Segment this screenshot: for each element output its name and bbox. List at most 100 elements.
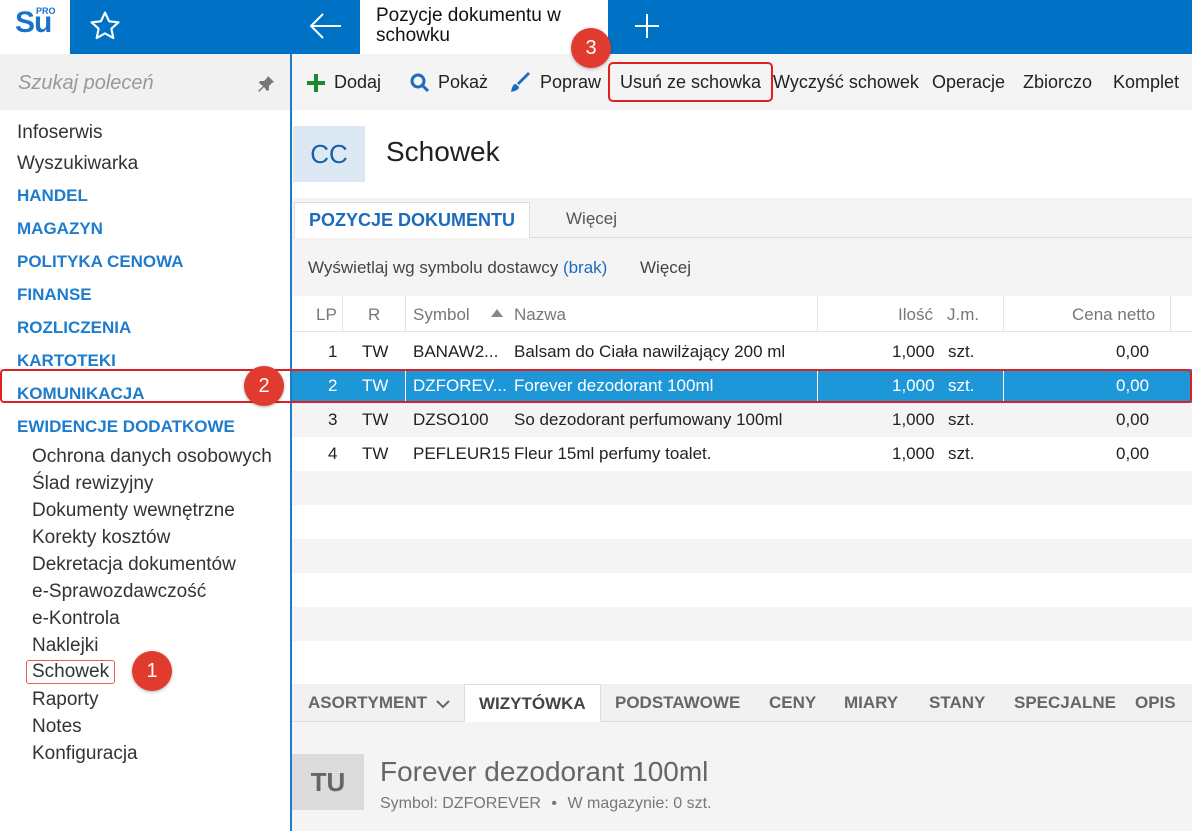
toolbar: Dodaj Pokaż Popraw Usuń ze schowka Wyczy…	[292, 54, 1192, 110]
header-tile: CC	[293, 126, 365, 182]
chevron-down-icon	[436, 699, 450, 708]
tab-miary[interactable]: MIARY	[844, 684, 898, 722]
detail-tile: TU	[292, 754, 364, 810]
tab-more[interactable]: Więcej	[566, 202, 617, 236]
back-arrow-icon[interactable]	[308, 10, 344, 42]
add-button[interactable]: Dodaj	[306, 54, 381, 110]
bulk-button[interactable]: Zbiorczo	[1023, 54, 1092, 110]
column-header-jm[interactable]: J.m.	[947, 305, 979, 325]
empty-row	[292, 607, 1192, 641]
cell-symbol: PEFLEUR15	[413, 444, 509, 463]
cell-r: TW	[362, 410, 389, 429]
column-header-cena-netto[interactable]: Cena netto	[1072, 305, 1155, 325]
column-header-ilosc[interactable]: Ilość	[898, 305, 933, 325]
cell-ilosc: 1,000	[892, 342, 935, 361]
sidebar-item-raporty[interactable]: Raporty	[32, 689, 99, 711]
column-header-lp[interactable]: LP	[316, 305, 337, 325]
show-button[interactable]: Pokaż	[410, 54, 488, 110]
empty-row	[292, 505, 1192, 539]
column-header-r[interactable]: R	[368, 305, 380, 325]
supplier-symbol-filter: Wyświetlaj wg symbolu dostawcy (brak)	[308, 258, 607, 278]
empty-row	[292, 573, 1192, 607]
cell-cena: 0,00	[1116, 444, 1150, 463]
detail-title: Forever dezodorant 100ml	[380, 756, 709, 787]
brush-icon	[511, 72, 530, 93]
tab-asortyment[interactable]: ASORTYMENT	[308, 684, 450, 722]
sidebar-item-slad-rewizyjny[interactable]: Ślad rewizyjny	[32, 473, 153, 495]
star-icon[interactable]	[88, 9, 122, 43]
column-separator[interactable]	[405, 296, 406, 332]
sidebar-section-polityka-cenowa[interactable]: POLITYKA CENOWA	[17, 252, 184, 272]
cell-cena: 0,00	[1116, 410, 1150, 429]
sort-ascending-icon	[491, 309, 503, 317]
column-header-symbol[interactable]: Symbol	[413, 305, 470, 325]
table-row[interactable]: 3 TW DZSO100 So dezodorant perfumowany 1…	[292, 403, 1192, 437]
column-separator[interactable]	[817, 296, 818, 332]
selected-row-highlight	[0, 369, 1192, 403]
column-separator[interactable]	[1170, 296, 1171, 332]
filter-label: Wyświetlaj wg symbolu dostawcy	[308, 258, 559, 277]
remove-from-clipboard-button[interactable]: Usuń ze schowka	[608, 62, 774, 102]
sidebar-section-kartoteki[interactable]: KARTOTEKI	[17, 351, 116, 371]
cell-nazwa: Balsam do Ciała nawilżający 200 ml	[514, 342, 786, 361]
sidebar: Szukaj poleceń Infoserwis Wyszukiwarka H…	[0, 54, 292, 831]
sidebar-section-handel[interactable]: HANDEL	[17, 186, 88, 206]
step-badge-2: 2	[244, 366, 284, 406]
command-search-input[interactable]: Szukaj poleceń	[0, 54, 290, 110]
sidebar-item-ochrona-danych[interactable]: Ochrona danych osobowych	[32, 446, 272, 468]
tab-stany[interactable]: STANY	[929, 684, 985, 722]
sidebar-item-dokumenty-wewnetrzne[interactable]: Dokumenty wewnętrzne	[32, 500, 235, 522]
detail-tabs: ASORTYMENT WIZYTÓWKA PODSTAWOWE CENY MIA…	[292, 684, 1192, 722]
tab-wizytowka[interactable]: WIZYTÓWKA	[464, 684, 601, 722]
filter-row: Wyświetlaj wg symbolu dostawcy (brak) Wi…	[292, 238, 1192, 296]
app-logo[interactable]: Su PRO	[0, 0, 70, 54]
column-separator[interactable]	[1003, 296, 1004, 332]
sidebar-section-ewidencje-dodatkowe[interactable]: EWIDENCJE DODATKOWE	[17, 417, 235, 437]
cell-symbol: BANAW2...	[413, 342, 499, 361]
sidebar-item-naklejki[interactable]: Naklejki	[32, 635, 99, 657]
pin-icon[interactable]	[256, 74, 276, 94]
cell-nazwa: So dezodorant perfumowany 100ml	[514, 410, 783, 429]
new-tab-plus-icon[interactable]	[632, 10, 662, 42]
tab-ceny[interactable]: CENY	[769, 684, 816, 722]
cell-jm: szt.	[948, 342, 975, 361]
sidebar-section-rozliczenia[interactable]: ROZLICZENIA	[17, 318, 131, 338]
set-button[interactable]: Komplet	[1113, 54, 1179, 110]
tab-asortyment-label: ASORTYMENT	[308, 693, 427, 712]
show-button-label: Pokaż	[438, 72, 489, 92]
sidebar-item-infoserwis[interactable]: Infoserwis	[17, 122, 103, 144]
column-header-nazwa[interactable]: Nazwa	[514, 305, 566, 325]
items-grid: LP R Symbol Nazwa Ilość J.m. Cena netto …	[292, 296, 1192, 680]
search-icon	[410, 73, 430, 93]
sidebar-item-notes[interactable]: Notes	[32, 716, 82, 738]
operations-button[interactable]: Operacje	[932, 54, 1005, 110]
remove-button-label: Usuń ze schowka	[620, 72, 762, 92]
sidebar-item-e-sprawozdawczosc[interactable]: e-Sprawozdawczość	[32, 581, 206, 603]
filter-value-link[interactable]: (brak)	[563, 258, 607, 277]
tab-specjalne[interactable]: SPECJALNE	[1014, 684, 1116, 722]
sidebar-item-korekty-kosztow[interactable]: Korekty kosztów	[32, 527, 170, 549]
sidebar-item-schowek[interactable]: Schowek	[26, 660, 116, 684]
clear-clipboard-button[interactable]: Wyczyść schowek	[773, 54, 919, 110]
tab-opis[interactable]: OPIS	[1135, 684, 1176, 722]
sidebar-item-e-kontrola[interactable]: e-Kontrola	[32, 608, 120, 630]
detail-separator: •	[551, 795, 557, 812]
sidebar-item-wyszukiwarka[interactable]: Wyszukiwarka	[17, 153, 138, 175]
cell-ilosc: 1,000	[892, 444, 935, 463]
tab-podstawowe[interactable]: PODSTAWOWE	[615, 684, 740, 722]
step-badge-3: 3	[571, 28, 611, 68]
cell-symbol: DZSO100	[413, 410, 489, 429]
cell-r: TW	[362, 444, 389, 463]
sidebar-section-finanse[interactable]: FINANSE	[17, 285, 92, 305]
sidebar-item-dekretacja[interactable]: Dekretacja dokumentów	[32, 554, 236, 576]
sidebar-item-konfiguracja[interactable]: Konfiguracja	[32, 743, 138, 765]
empty-row	[292, 641, 1192, 675]
tab-pozycje-dokumentu[interactable]: POZYCJE DOKUMENTU	[294, 202, 531, 238]
column-separator[interactable]	[342, 296, 343, 332]
sidebar-section-magazyn[interactable]: MAGAZYN	[17, 219, 103, 239]
table-row[interactable]: 1 TW BANAW2... Balsam do Ciała nawilżają…	[292, 335, 1192, 369]
cell-cena: 0,00	[1116, 342, 1150, 361]
filter-more-link[interactable]: Więcej	[640, 258, 691, 278]
plus-icon	[307, 74, 325, 93]
table-row[interactable]: 4 TW PEFLEUR15 Fleur 15ml perfumy toalet…	[292, 437, 1192, 471]
